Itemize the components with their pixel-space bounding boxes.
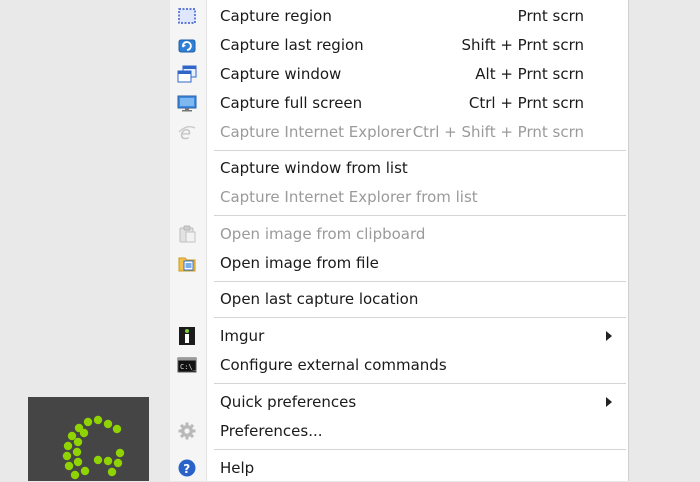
svg-text:?: ? <box>183 462 190 476</box>
menu-separator <box>214 317 626 318</box>
menu-item-capture-region[interactable]: Capture region Prnt scrn <box>170 1 628 30</box>
menu-separator <box>214 383 626 384</box>
menu-item-label: Quick preferences <box>220 392 357 411</box>
menu-item-capture-internet-explorer[interactable]: e Capture Internet Explorer Ctrl + Shift… <box>170 117 628 146</box>
command-prompt-icon: C:\_ <box>177 357 197 373</box>
menu-item-label: Capture last region <box>220 35 364 54</box>
menu-item-capture-last-region[interactable]: Capture last region Shift + Prnt scrn <box>170 30 628 59</box>
imgur-icon <box>179 327 195 345</box>
menu-item-shortcut: Alt + Prnt scrn <box>475 64 584 83</box>
menu-item-preferences[interactable]: Preferences... <box>170 416 628 445</box>
menu-item-shortcut: Shift + Prnt scrn <box>461 35 584 54</box>
menu-item-capture-window-from-list[interactable]: Capture window from list <box>170 153 628 182</box>
context-menu: Capture region Prnt scrn Capture last re… <box>170 0 629 481</box>
internet-explorer-icon: e <box>178 123 196 142</box>
help-icon: ? <box>178 459 196 477</box>
svg-text:C:\_: C:\_ <box>180 363 197 371</box>
menu-item-label: Open last capture location <box>220 289 419 308</box>
menu-separator <box>214 281 626 282</box>
greenshot-tray-logo[interactable] <box>28 397 149 481</box>
menu-item-open-last-capture-location[interactable]: Open last capture location <box>170 284 628 313</box>
capture-region-icon <box>178 8 196 24</box>
open-file-icon <box>178 257 196 272</box>
menu-item-configure-external-commands[interactable]: C:\_ Configure external commands <box>170 350 628 379</box>
menu-item-label: Preferences... <box>220 421 323 440</box>
menu-item-label: Capture window <box>220 64 342 83</box>
gear-icon <box>178 422 196 440</box>
menu-item-label: Capture Internet Explorer from list <box>220 187 478 206</box>
menu-item-label: Help <box>220 458 255 477</box>
capture-window-icon <box>177 65 197 83</box>
menu-item-capture-window[interactable]: Capture window Alt + Prnt scrn <box>170 59 628 88</box>
monitor-icon <box>177 95 197 112</box>
submenu-arrow-icon <box>606 397 612 407</box>
menu-item-capture-ie-from-list[interactable]: Capture Internet Explorer from list <box>170 182 628 211</box>
menu-item-help[interactable]: ? Help <box>170 453 628 482</box>
menu-item-label: Capture full screen <box>220 93 363 112</box>
clipboard-icon <box>179 225 196 243</box>
svg-text:e: e <box>180 123 191 142</box>
menu-item-shortcut: Ctrl + Shift + Prnt scrn <box>412 122 584 141</box>
menu-item-label: Capture Internet Explorer <box>220 122 412 141</box>
menu-item-imgur[interactable]: Imgur <box>170 321 628 350</box>
menu-item-label: Open image from file <box>220 253 379 272</box>
menu-separator <box>214 449 626 450</box>
menu-item-quick-preferences[interactable]: Quick preferences <box>170 387 628 416</box>
capture-last-region-icon <box>178 39 196 53</box>
menu-item-label: Capture region <box>220 6 332 25</box>
menu-item-label: Capture window from list <box>220 158 408 177</box>
menu-item-label: Configure external commands <box>220 355 447 374</box>
menu-item-label: Open image from clipboard <box>220 224 426 243</box>
menu-item-label: Imgur <box>220 326 265 345</box>
menu-item-shortcut: Ctrl + Prnt scrn <box>468 93 584 112</box>
submenu-arrow-icon <box>606 331 612 341</box>
menu-separator <box>214 215 626 216</box>
menu-item-open-image-from-clipboard[interactable]: Open image from clipboard <box>170 219 628 248</box>
menu-separator <box>214 150 626 151</box>
menu-item-shortcut: Prnt scrn <box>517 6 584 25</box>
menu-item-open-image-from-file[interactable]: Open image from file <box>170 248 628 277</box>
menu-item-capture-full-screen[interactable]: Capture full screen Ctrl + Prnt scrn <box>170 88 628 117</box>
greenshot-logo-icon <box>62 415 125 480</box>
